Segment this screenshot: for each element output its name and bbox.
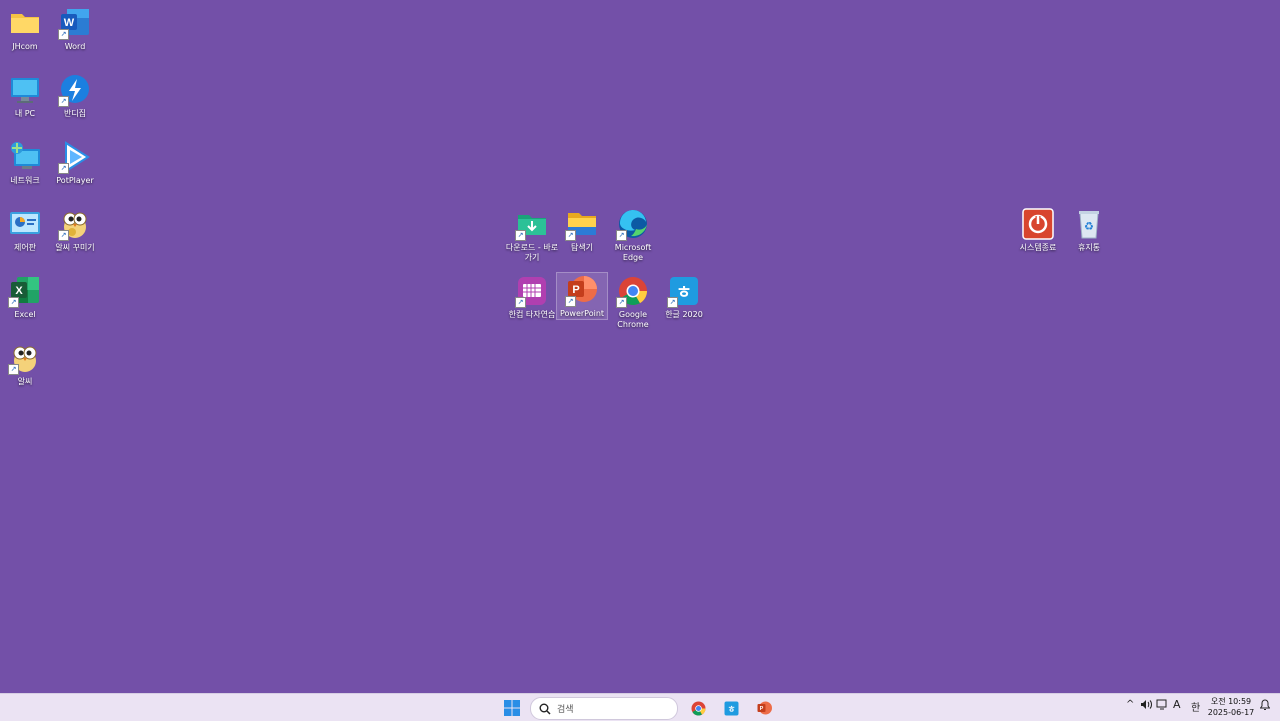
desktop-icon-hangul-2020[interactable]: ㅎ ↗ 한글 2020 (659, 274, 709, 320)
shortcut-arrow-icon: ↗ (515, 230, 526, 241)
desktop-icon-label: JHcom (12, 42, 38, 51)
shortcut-arrow-icon: ↗ (58, 96, 69, 107)
network-icon (8, 140, 42, 174)
ime-mode-indicator[interactable]: A (1173, 698, 1181, 711)
desktop-icon-edge[interactable]: ↗ Microsoft Edge (608, 207, 658, 263)
desktop-icon-recycle-bin[interactable]: ♻ 휴지통 (1064, 207, 1114, 253)
edge-icon: ↗ (616, 207, 650, 241)
hangul-icon: ㅎ ↗ (667, 274, 701, 308)
desktop-icon-shutdown[interactable]: 시스템종료 (1013, 207, 1063, 253)
taskbar: 검색 ㅎ P ^ A 한 오전 10:59 2025-06-17 (0, 693, 1280, 721)
language-indicator[interactable]: 한 (1191, 699, 1200, 714)
desktop-icon-jhcom[interactable]: JHcom (0, 6, 50, 52)
search-placeholder: 검색 (557, 705, 574, 715)
chrome-icon: ↗ (616, 274, 650, 308)
desktop-icon-hancom-typing[interactable]: ↗ 한컴 타자연습 (507, 274, 557, 320)
folder-icon (8, 6, 42, 40)
desktop-icon-explorer[interactable]: ↗ 탐색기 (557, 207, 607, 253)
desktop-icon-label: PotPlayer (56, 176, 94, 185)
desktop-icon-network[interactable]: 네트워크 (0, 140, 50, 186)
desktop-icon-control-panel[interactable]: 제어판 (0, 207, 50, 253)
word-icon: W ↗ (58, 6, 92, 40)
excel-icon: X ↗ (8, 274, 42, 308)
desktop-icon-excel[interactable]: X ↗ Excel (0, 274, 50, 320)
alsee-owl-icon: ↗ (58, 207, 92, 241)
taskbar-search[interactable]: 검색 (530, 697, 678, 720)
recycle-bin-icon: ♻ (1072, 207, 1106, 241)
desktop-icon-label: 네트워크 (10, 176, 40, 185)
desktop: JHcom W ↗ Word 내 PC ↗ 반디집 네트워크 ↗ PotPlay… (0, 0, 1280, 693)
volume-icon[interactable] (1140, 699, 1152, 713)
desktop-icon-label: Excel (14, 310, 36, 319)
desktop-icon-powerpoint[interactable]: P ↗ PowerPoint (556, 272, 608, 320)
desktop-icon-label: 내 PC (14, 109, 36, 118)
typing-icon: ↗ (515, 274, 549, 308)
network-status-icon[interactable] (1156, 699, 1168, 713)
shortcut-arrow-icon: ↗ (58, 230, 69, 241)
power-icon (1021, 207, 1055, 241)
powerpoint-icon: P (757, 701, 772, 714)
start-button[interactable] (502, 698, 522, 718)
desktop-icon-my-pc[interactable]: 내 PC (0, 73, 50, 119)
powerpoint-icon: P ↗ (565, 273, 599, 307)
clock[interactable]: 오전 10:59 2025-06-17 (1206, 696, 1256, 718)
search-icon (539, 703, 551, 715)
shortcut-arrow-icon: ↗ (8, 364, 19, 375)
svg-text:X: X (15, 285, 23, 297)
shortcut-arrow-icon: ↗ (58, 29, 69, 40)
svg-text:ㅎ: ㅎ (676, 283, 692, 303)
desktop-icon-label: 제어판 (13, 243, 37, 252)
shortcut-arrow-icon: ↗ (58, 163, 69, 174)
svg-text:ㅎ: ㅎ (727, 705, 735, 715)
taskbar-chrome-button[interactable] (688, 698, 708, 718)
desktop-icon-label: Word (64, 42, 86, 51)
clock-time: 오전 10:59 (1210, 697, 1252, 706)
svg-text:P: P (759, 706, 763, 712)
chrome-icon (691, 701, 705, 715)
shortcut-arrow-icon: ↗ (616, 297, 627, 308)
notification-bell-icon[interactable] (1259, 699, 1271, 714)
desktop-icon-label: 한글 2020 (665, 310, 703, 319)
shortcut-arrow-icon: ↗ (8, 297, 19, 308)
clock-date: 2025-06-17 (1207, 708, 1255, 717)
shortcut-arrow-icon: ↗ (616, 230, 627, 241)
taskbar-powerpoint-button[interactable]: P (754, 698, 774, 718)
alsee-owl-icon: ↗ (8, 341, 42, 375)
computer-icon (8, 73, 42, 107)
desktop-icon-alsee-decorate[interactable]: ↗ 알씨 꾸미기 (50, 207, 100, 253)
desktop-icon-label: Google Chrome (617, 310, 649, 329)
tray-overflow-chevron-icon[interactable]: ^ (1126, 699, 1134, 710)
shortcut-arrow-icon: ↗ (565, 296, 576, 307)
shortcut-arrow-icon: ↗ (667, 297, 678, 308)
desktop-icon-bandizip[interactable]: ↗ 반디집 (50, 73, 100, 119)
potplayer-icon: ↗ (58, 140, 92, 174)
desktop-icon-label: 반디집 (63, 109, 87, 118)
control-panel-icon (8, 207, 42, 241)
windows-logo-icon (504, 700, 520, 716)
shortcut-arrow-icon: ↗ (515, 297, 526, 308)
desktop-icon-label: 탐색기 (570, 243, 594, 252)
desktop-icon-downloads-shortcut[interactable]: ↗ 다운로드 - 바로 가기 (505, 207, 559, 263)
explorer-icon: ↗ (565, 207, 599, 241)
svg-text:W: W (64, 17, 75, 29)
desktop-icon-label: 알씨 꾸미기 (55, 243, 95, 252)
desktop-icon-label: Microsoft Edge (614, 243, 652, 262)
desktop-icon-chrome[interactable]: ↗ Google Chrome (608, 274, 658, 330)
taskbar-hangul-button[interactable]: ㅎ (721, 698, 741, 718)
desktop-icon-label: 시스템종료 (1019, 243, 1057, 252)
desktop-icon-potplayer[interactable]: ↗ PotPlayer (50, 140, 100, 186)
desktop-icon-label: 다운로드 - 바로 가기 (505, 243, 559, 262)
desktop-icon-label: PowerPoint (559, 309, 605, 318)
desktop-icon-label: 휴지통 (1077, 243, 1101, 252)
download-folder-icon: ↗ (515, 207, 549, 241)
bandizip-icon: ↗ (58, 73, 92, 107)
desktop-icon-word[interactable]: W ↗ Word (50, 6, 100, 52)
svg-text:P: P (572, 284, 579, 296)
svg-text:♻: ♻ (1084, 220, 1094, 233)
desktop-icon-label: 한컴 타자연습 (508, 310, 556, 319)
desktop-icon-label: 알씨 (17, 377, 33, 386)
shortcut-arrow-icon: ↗ (565, 230, 576, 241)
hangul-icon: ㅎ (724, 701, 738, 715)
desktop-icon-alsee[interactable]: ↗ 알씨 (0, 341, 50, 387)
